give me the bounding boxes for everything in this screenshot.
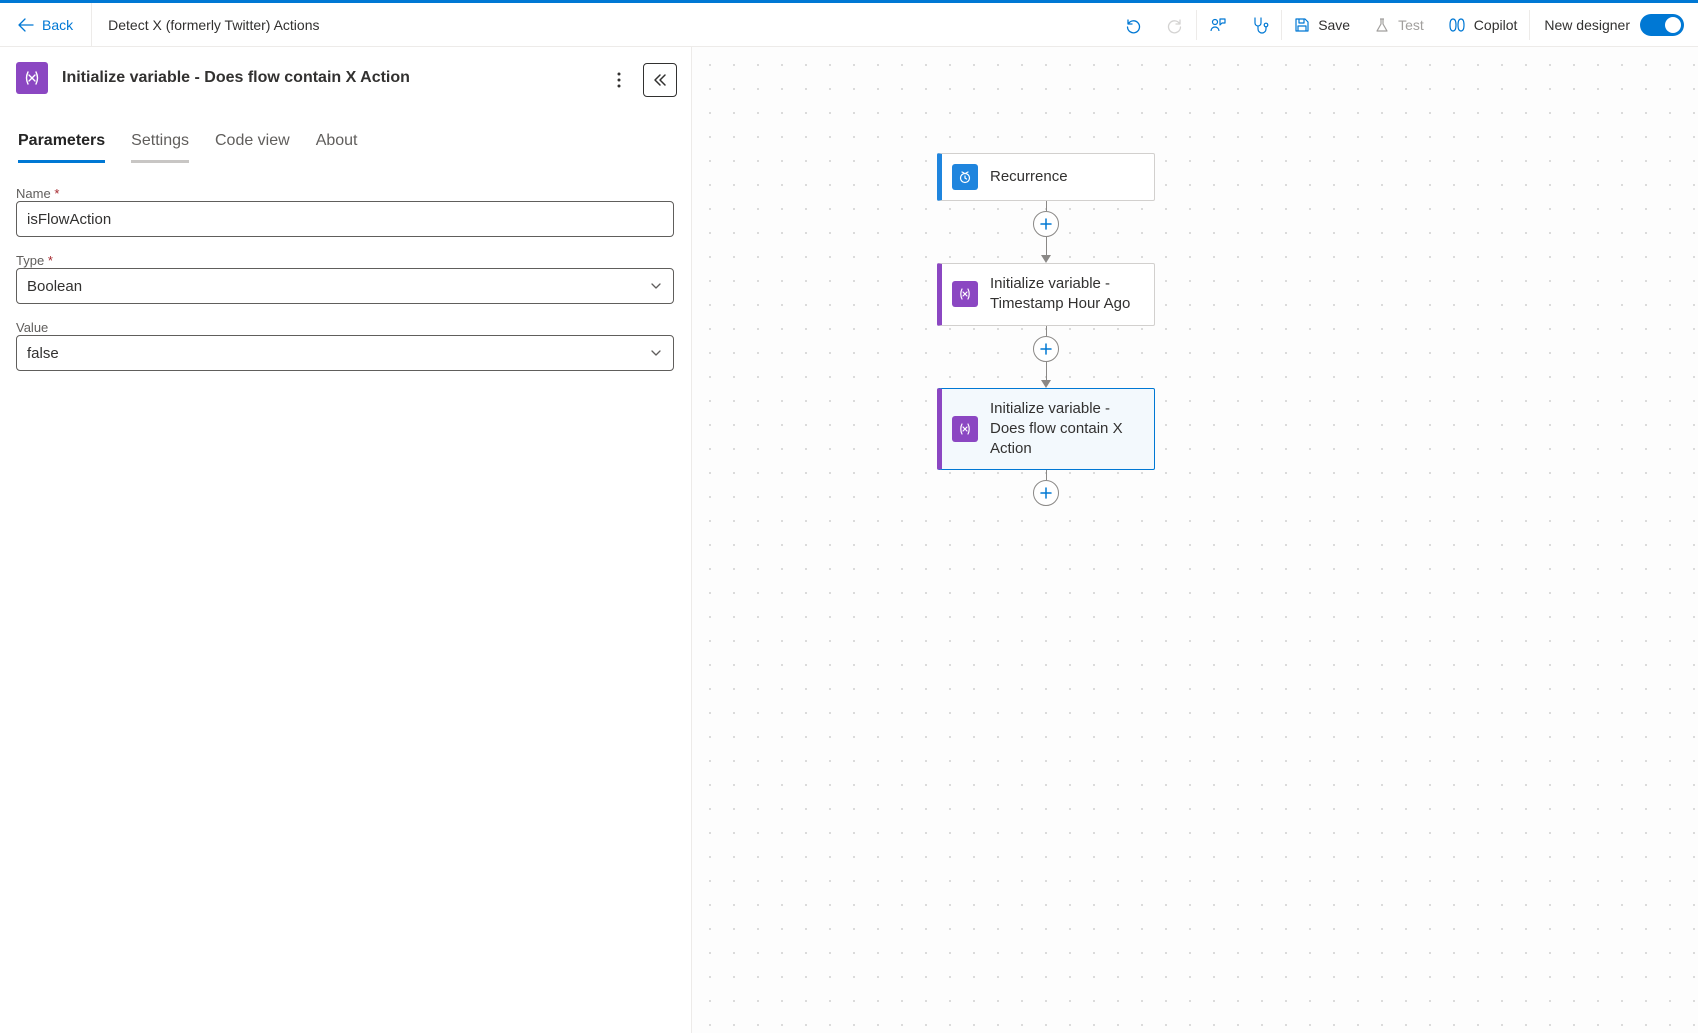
- stethoscope-icon: [1251, 16, 1269, 34]
- node-label: Recurrence: [990, 167, 1068, 187]
- add-step-button[interactable]: [1033, 480, 1059, 506]
- type-select[interactable]: Boolean: [16, 268, 674, 304]
- save-button[interactable]: Save: [1282, 3, 1362, 46]
- chevron-double-left-icon: [652, 72, 668, 88]
- variable-icon: [952, 281, 978, 307]
- back-label: Back: [42, 17, 73, 33]
- undo-button[interactable]: [1112, 3, 1154, 46]
- variable-icon: [952, 416, 978, 442]
- add-step-button[interactable]: [1033, 336, 1059, 362]
- test-label: Test: [1398, 17, 1424, 33]
- designer-label: New designer: [1544, 17, 1630, 33]
- variable-icon: [16, 62, 48, 94]
- panel-menu-button[interactable]: [605, 66, 633, 94]
- designer-toggle[interactable]: [1640, 14, 1684, 36]
- top-toolbar: Back Detect X (formerly Twitter) Actions…: [0, 3, 1698, 47]
- chevron-down-icon: [649, 346, 663, 360]
- flask-icon: [1374, 17, 1390, 33]
- type-label: Type *: [16, 253, 675, 268]
- flow-canvas[interactable]: Recurrence Initialize variable - Timesta…: [692, 47, 1698, 1033]
- diagnostics-button[interactable]: [1239, 3, 1281, 46]
- tab-codeview[interactable]: Code view: [215, 132, 290, 163]
- value-value: false: [27, 345, 59, 362]
- name-label: Name *: [16, 186, 675, 201]
- undo-icon: [1124, 16, 1142, 34]
- back-button[interactable]: Back: [0, 3, 92, 46]
- arrow-left-icon: [18, 17, 34, 33]
- tab-settings[interactable]: Settings: [131, 132, 189, 163]
- panel-title: Initialize variable - Does flow contain …: [62, 69, 410, 87]
- kebab-icon: [617, 72, 621, 88]
- person-feedback-icon: [1209, 16, 1227, 34]
- tab-parameters[interactable]: Parameters: [18, 132, 105, 163]
- flow-title: Detect X (formerly Twitter) Actions: [92, 17, 335, 33]
- plus-icon: [1039, 486, 1053, 500]
- node-label: Initialize variable - Timestamp Hour Ago: [990, 274, 1144, 315]
- copilot-button[interactable]: Copilot: [1436, 3, 1530, 46]
- node-init-flowaction[interactable]: Initialize variable - Does flow contain …: [937, 388, 1155, 471]
- test-button[interactable]: Test: [1362, 3, 1436, 46]
- name-input[interactable]: [16, 201, 674, 237]
- save-icon: [1294, 17, 1310, 33]
- node-recurrence[interactable]: Recurrence: [937, 153, 1155, 201]
- copilot-icon: [1448, 16, 1466, 34]
- tab-about[interactable]: About: [316, 132, 358, 163]
- value-label: Value: [16, 320, 675, 335]
- node-init-timestamp[interactable]: Initialize variable - Timestamp Hour Ago: [937, 263, 1155, 326]
- save-label: Save: [1318, 17, 1350, 33]
- properties-panel: Initialize variable - Does flow contain …: [0, 47, 692, 1033]
- value-select[interactable]: false: [16, 335, 674, 371]
- add-step-button[interactable]: [1033, 211, 1059, 237]
- plus-icon: [1039, 217, 1053, 231]
- collapse-panel-button[interactable]: [643, 63, 677, 97]
- type-value: Boolean: [27, 278, 82, 295]
- redo-button[interactable]: [1154, 3, 1196, 46]
- node-label: Initialize variable - Does flow contain …: [990, 399, 1144, 460]
- clock-icon: [952, 164, 978, 190]
- chevron-down-icon: [649, 279, 663, 293]
- redo-icon: [1166, 16, 1184, 34]
- copilot-label: Copilot: [1474, 17, 1518, 33]
- feedback-button[interactable]: [1197, 3, 1239, 46]
- plus-icon: [1039, 342, 1053, 356]
